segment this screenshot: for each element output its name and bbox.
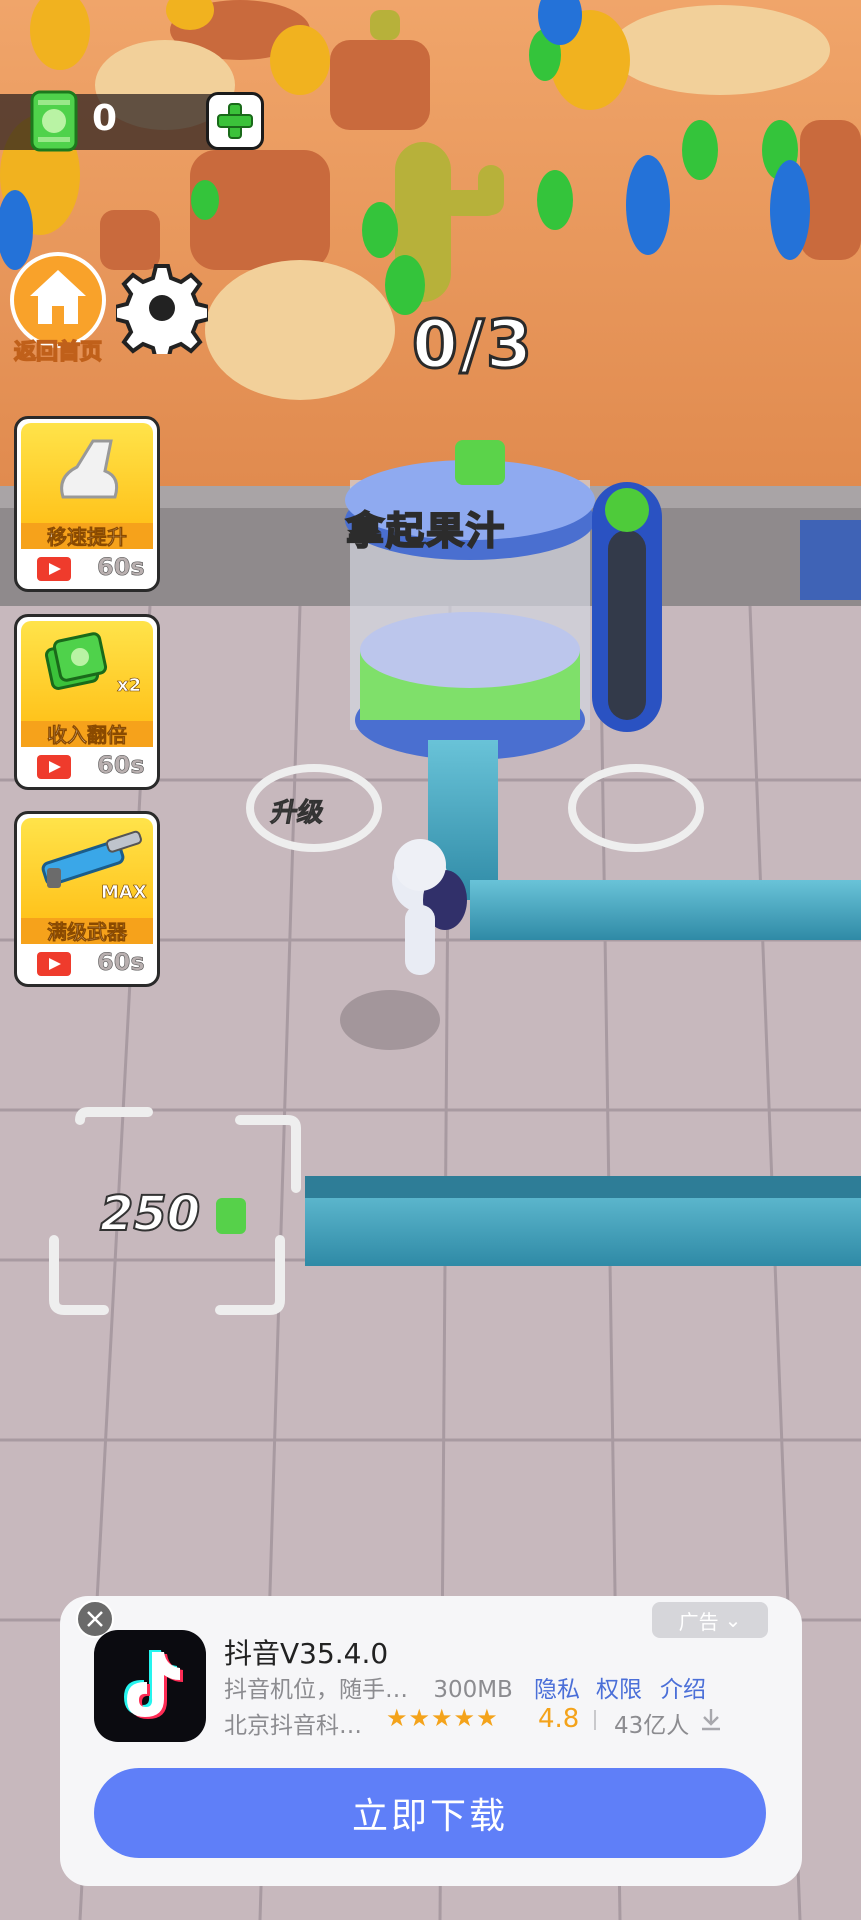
juicer-machine	[345, 440, 662, 760]
close-icon	[87, 1611, 103, 1627]
ad-separator	[594, 1710, 596, 1730]
ad-link-privacy[interactable]: 隐私	[534, 1670, 580, 1704]
booster-badge: MAX	[101, 882, 147, 904]
booster-time: 60s	[97, 751, 145, 780]
booster-card-weapon[interactable]: MAX 满级武器 60s	[14, 811, 160, 987]
booster-title: 收入翻倍	[47, 723, 128, 748]
ad-description: 抖音机位，随手… 300MB	[224, 1670, 513, 1704]
cash-value: 0	[92, 98, 118, 139]
gear-icon	[113, 264, 211, 362]
booster-card-speed[interactable]: 移速提升 60s	[14, 416, 160, 592]
price-cash-icon	[216, 1198, 246, 1234]
booster-time: 60s	[97, 553, 145, 582]
ad-desc-text: 抖音机位，随手…	[224, 1677, 408, 1703]
upgrade-label: 升级	[268, 798, 327, 829]
ad-rating-value: 4.8	[538, 1704, 580, 1734]
booster-title: 满级武器	[47, 920, 128, 945]
ad-app-name: 抖音V35.4.0	[224, 1637, 389, 1670]
ad-tag-label: 广告	[678, 1609, 719, 1634]
tiktok-logo	[94, 1630, 206, 1742]
ad-installs: 43亿人	[614, 1713, 690, 1739]
ad-link-permissions[interactable]: 权限	[596, 1670, 642, 1704]
booster-time: 60s	[97, 948, 145, 977]
ad-size: 300MB	[433, 1677, 513, 1703]
plus-icon	[217, 103, 253, 139]
booster-title: 移速提升	[47, 525, 128, 550]
download-button[interactable]: 立即下载	[94, 1768, 766, 1858]
ad-link-intro[interactable]: 介绍	[660, 1670, 706, 1704]
chevron-down-icon: ⌄	[724, 1608, 742, 1632]
booster-badge: x2	[117, 675, 142, 697]
boot-icon	[60, 439, 119, 499]
ad-tag[interactable]: 广告 ⌄	[652, 1602, 768, 1638]
progress-counter: 0/3	[411, 305, 534, 385]
video-icon	[37, 952, 71, 976]
home-label: 返回首页	[13, 339, 103, 366]
add-cash-button[interactable]	[206, 92, 264, 150]
ad-developer: 北京抖音科…	[224, 1713, 362, 1739]
task-label: 拿起果汁	[345, 508, 507, 554]
settings-button[interactable]	[113, 262, 211, 362]
video-icon	[37, 557, 71, 581]
weapon-icon	[41, 830, 142, 888]
cash-icon	[30, 90, 78, 152]
ad-rating-stars: ★★★★★	[386, 1704, 499, 1732]
cash-stack-icon	[44, 632, 108, 690]
download-icon	[702, 1709, 720, 1731]
booster-card-income[interactable]: x2 收入翻倍 60s	[14, 614, 160, 790]
video-icon	[37, 755, 71, 779]
purchase-price: 250	[99, 1185, 201, 1243]
